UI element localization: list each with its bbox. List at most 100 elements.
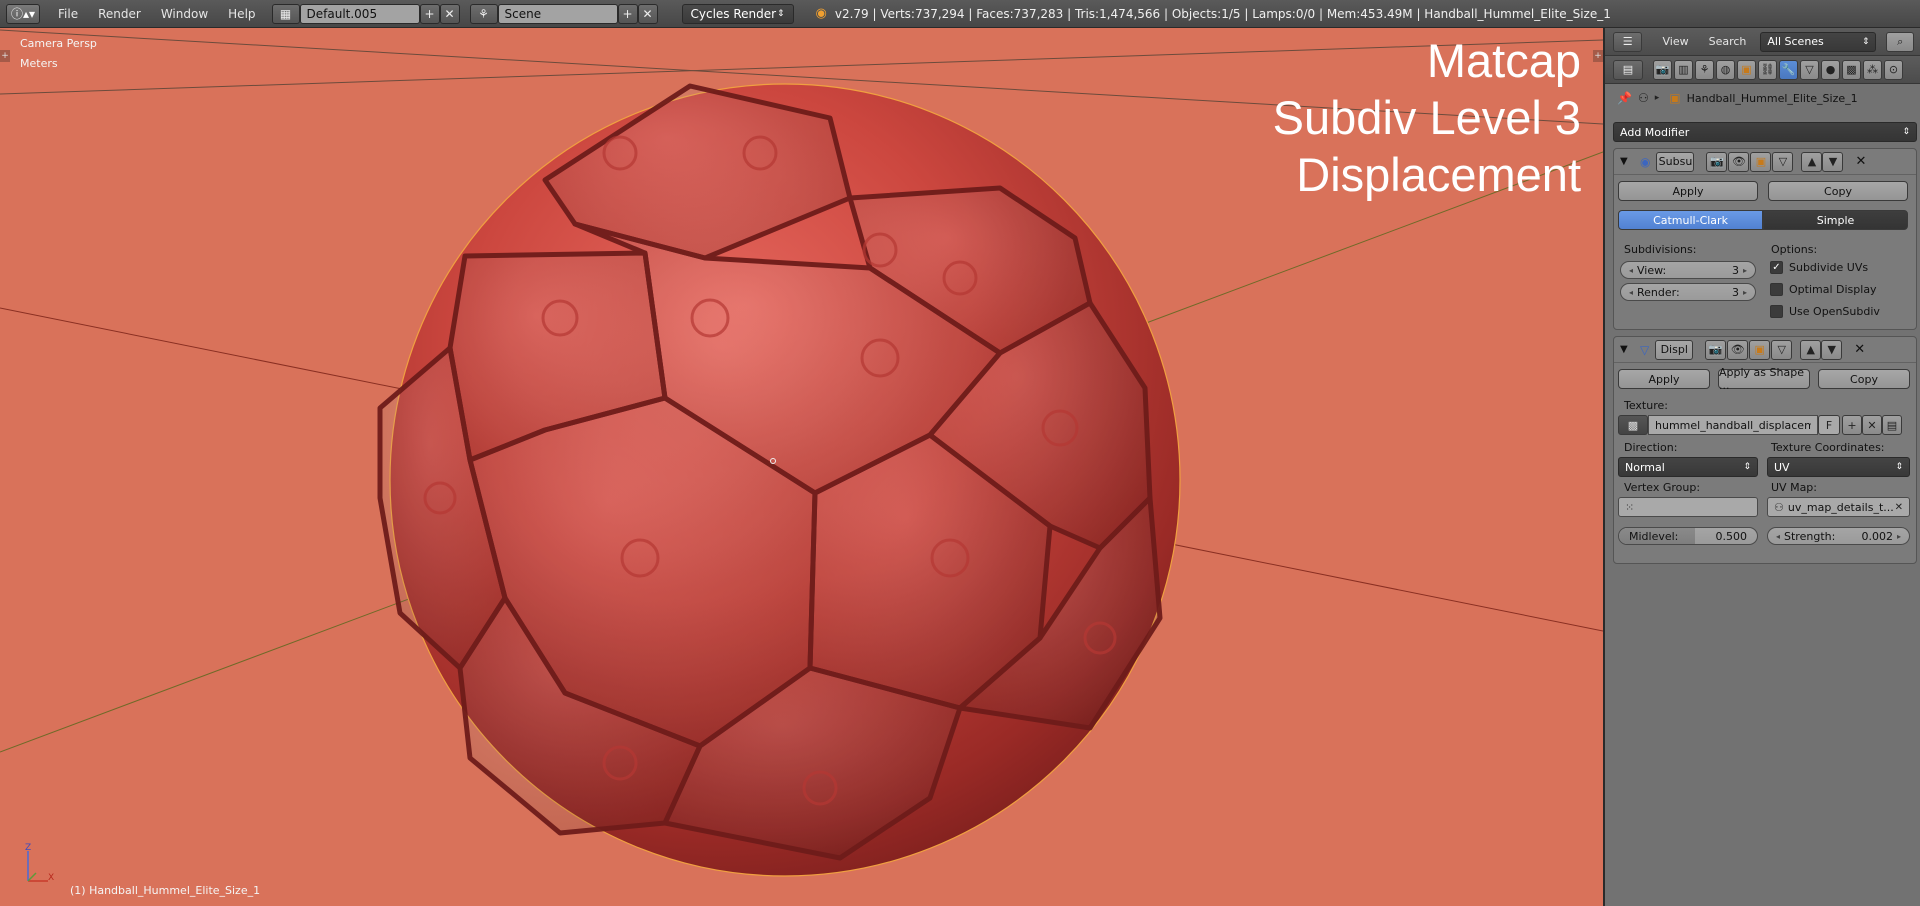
search-icon[interactable]: ⌕ (1886, 31, 1914, 52)
use-opensubdiv-option[interactable]: Use OpenSubdiv (1770, 305, 1880, 318)
scene-filter-dropdown[interactable]: All Scenes ⇕ (1760, 31, 1877, 52)
data-tab-icon[interactable]: ▽ (1800, 59, 1819, 80)
menu-window[interactable]: Window (151, 7, 218, 21)
screen-layout-icon[interactable]: ▦ (271, 3, 300, 24)
subdivision-algorithm: Catmull-Clark Simple (1618, 210, 1908, 230)
optimal-display-option[interactable]: Optimal Display (1770, 283, 1877, 296)
collapse-arrow-icon[interactable]: ▼ (1620, 344, 1634, 355)
move-down-icon[interactable]: ▼ (1821, 339, 1843, 360)
render-tab-icon[interactable]: 📷 (1653, 59, 1672, 80)
particles-tab-icon[interactable]: ⁂ (1863, 59, 1882, 80)
screen-layout-field[interactable]: Default.005 (299, 3, 420, 24)
object-tab-icon[interactable]: ▣ (1737, 59, 1756, 80)
scene-field[interactable]: Scene (497, 3, 618, 24)
delete-scene-icon[interactable]: ✕ (637, 3, 658, 24)
editmode-toggle-icon[interactable]: ▣ (1750, 151, 1772, 172)
cage-toggle-icon[interactable]: ▽ (1772, 151, 1794, 172)
render-levels-field[interactable]: ◂ Render: 3 ▸ (1620, 283, 1756, 301)
subsurf-modifier-icon: ◉ (1640, 154, 1651, 169)
texture-coordinates-dropdown[interactable]: UV ⇕ (1767, 457, 1910, 477)
menu-help[interactable]: Help (218, 7, 265, 21)
render-layers-tab-icon[interactable]: ▥ (1674, 59, 1693, 80)
material-tab-icon[interactable]: ● (1821, 59, 1840, 80)
texture-selector: ▩ hummel_handball_displacem... F + ✕ ▤ (1618, 415, 1902, 435)
properties-editor-icon[interactable]: ▤ (1613, 59, 1643, 80)
texture-browse-icon[interactable]: ▩ (1618, 415, 1648, 435)
viewport-toggle-icon[interactable]: 👁 (1727, 339, 1749, 360)
simple-tab[interactable]: Simple (1763, 210, 1908, 230)
info-icon: ⓘ▴▾ (10, 7, 36, 21)
handball-object[interactable] (377, 83, 1181, 877)
clear-icon[interactable]: ✕ (1895, 502, 1903, 513)
subsurf-copy-button[interactable]: Copy (1768, 181, 1908, 201)
menu-render[interactable]: Render (88, 7, 151, 21)
delete-screen-icon[interactable]: ✕ (439, 3, 460, 24)
new-texture-icon[interactable]: + (1842, 415, 1862, 435)
uv-map-field[interactable]: ⚇ uv_map_details_t... ✕ (1767, 497, 1910, 517)
uv-map-value: uv_map_details_t... (1787, 500, 1894, 514)
physics-tab-icon[interactable]: ⊙ (1884, 59, 1903, 80)
overlay-line-1: Matcap (1426, 34, 1581, 87)
outliner-editor-icon[interactable]: ☰ (1613, 31, 1643, 52)
texture-name-field[interactable]: hummel_handball_displacem... (1648, 415, 1818, 435)
viewport-toggle-icon[interactable]: 👁 (1728, 151, 1750, 172)
fake-user-button[interactable]: F (1818, 415, 1840, 435)
midlevel-value: 0.500 (1715, 529, 1748, 543)
vertex-group-field[interactable]: ⁙ (1618, 497, 1758, 517)
view-name: Camera Persp (20, 37, 97, 50)
move-down-icon[interactable]: ▼ (1822, 151, 1844, 172)
subdivide-uvs-option[interactable]: ✓ Subdivide UVs (1770, 261, 1868, 274)
use-opensubdiv-label: Use OpenSubdiv (1789, 305, 1880, 318)
apply-as-shape-button[interactable]: Apply as Shape ... (1718, 366, 1810, 392)
render-engine-dropdown[interactable]: Cycles Render ⇕ (681, 3, 794, 24)
displace-name-field[interactable]: Displ (1655, 339, 1694, 360)
add-scene-icon[interactable]: + (617, 3, 638, 24)
add-screen-icon[interactable]: + (419, 3, 440, 24)
cage-toggle-icon[interactable]: ▽ (1771, 339, 1793, 360)
constraints-tab-icon[interactable]: ⛓ (1758, 59, 1777, 80)
view-levels-field[interactable]: ◂ View: 3 ▸ (1620, 261, 1756, 279)
strength-field[interactable]: ◂ Strength: 0.002 ▸ (1767, 527, 1910, 545)
unlink-texture-icon[interactable]: ✕ (1862, 415, 1882, 435)
pin-icon[interactable]: 📌 (1617, 91, 1632, 105)
3d-viewport[interactable]: + + Camera Persp Meters Matcap Subdiv Le… (0, 28, 1603, 906)
subdivide-uvs-checkbox[interactable]: ✓ (1770, 261, 1783, 274)
subsurf-apply-button[interactable]: Apply (1618, 181, 1758, 201)
move-up-icon[interactable]: ▲ (1800, 339, 1822, 360)
remove-modifier-icon[interactable]: ✕ (1855, 154, 1866, 169)
render-toggle-icon[interactable]: 📷 (1705, 339, 1727, 360)
menu-search[interactable]: Search (1699, 35, 1757, 48)
modifiers-tab-icon[interactable]: 🔧 (1779, 59, 1798, 80)
editor-type-button[interactable]: ⓘ▴▾ (6, 3, 40, 24)
scene-tab-icon[interactable]: ⚘ (1695, 59, 1714, 80)
texture-tab-icon[interactable]: ▩ (1842, 59, 1861, 80)
blender-logo-icon: ◉ (815, 6, 827, 21)
scene-icon[interactable]: ⚘ (469, 3, 498, 24)
menu-view[interactable]: View (1652, 35, 1698, 48)
subsurf-name-field[interactable]: Subsu (1656, 151, 1695, 172)
show-texture-icon[interactable]: ▤ (1882, 415, 1902, 435)
menu-file[interactable]: File (48, 7, 88, 21)
editmode-toggle-icon[interactable]: ▣ (1749, 339, 1771, 360)
info-header: ⓘ▴▾ File Render Window Help ▦ Default.00… (0, 0, 1920, 28)
catmull-clark-tab[interactable]: Catmull-Clark (1618, 210, 1763, 230)
use-opensubdiv-checkbox[interactable] (1770, 305, 1783, 318)
object-cube-icon: ▣ (1669, 91, 1681, 105)
toolshelf-toggle-icon[interactable]: + (0, 50, 10, 62)
subdivide-uvs-label: Subdivide UVs (1789, 261, 1869, 274)
properties-toggle-icon[interactable]: + (1593, 50, 1603, 62)
render-toggle-icon[interactable]: 📷 (1706, 151, 1728, 172)
view-levels-value: 3 (1731, 263, 1739, 277)
view-levels-label: View: (1637, 263, 1667, 277)
world-tab-icon[interactable]: ◍ (1716, 59, 1735, 80)
move-up-icon[interactable]: ▲ (1801, 151, 1823, 172)
remove-modifier-icon[interactable]: ✕ (1854, 342, 1865, 357)
optimal-display-checkbox[interactable] (1770, 283, 1783, 296)
collapse-arrow-icon[interactable]: ▼ (1620, 156, 1634, 167)
options-label: Options: (1771, 243, 1818, 256)
midlevel-field[interactable]: Midlevel: 0.500 (1618, 527, 1758, 545)
displace-apply-button[interactable]: Apply (1618, 369, 1710, 389)
direction-dropdown[interactable]: Normal ⇕ (1618, 457, 1758, 477)
displace-copy-button[interactable]: Copy (1818, 369, 1910, 389)
add-modifier-dropdown[interactable]: Add Modifier ⇕ (1613, 122, 1917, 142)
